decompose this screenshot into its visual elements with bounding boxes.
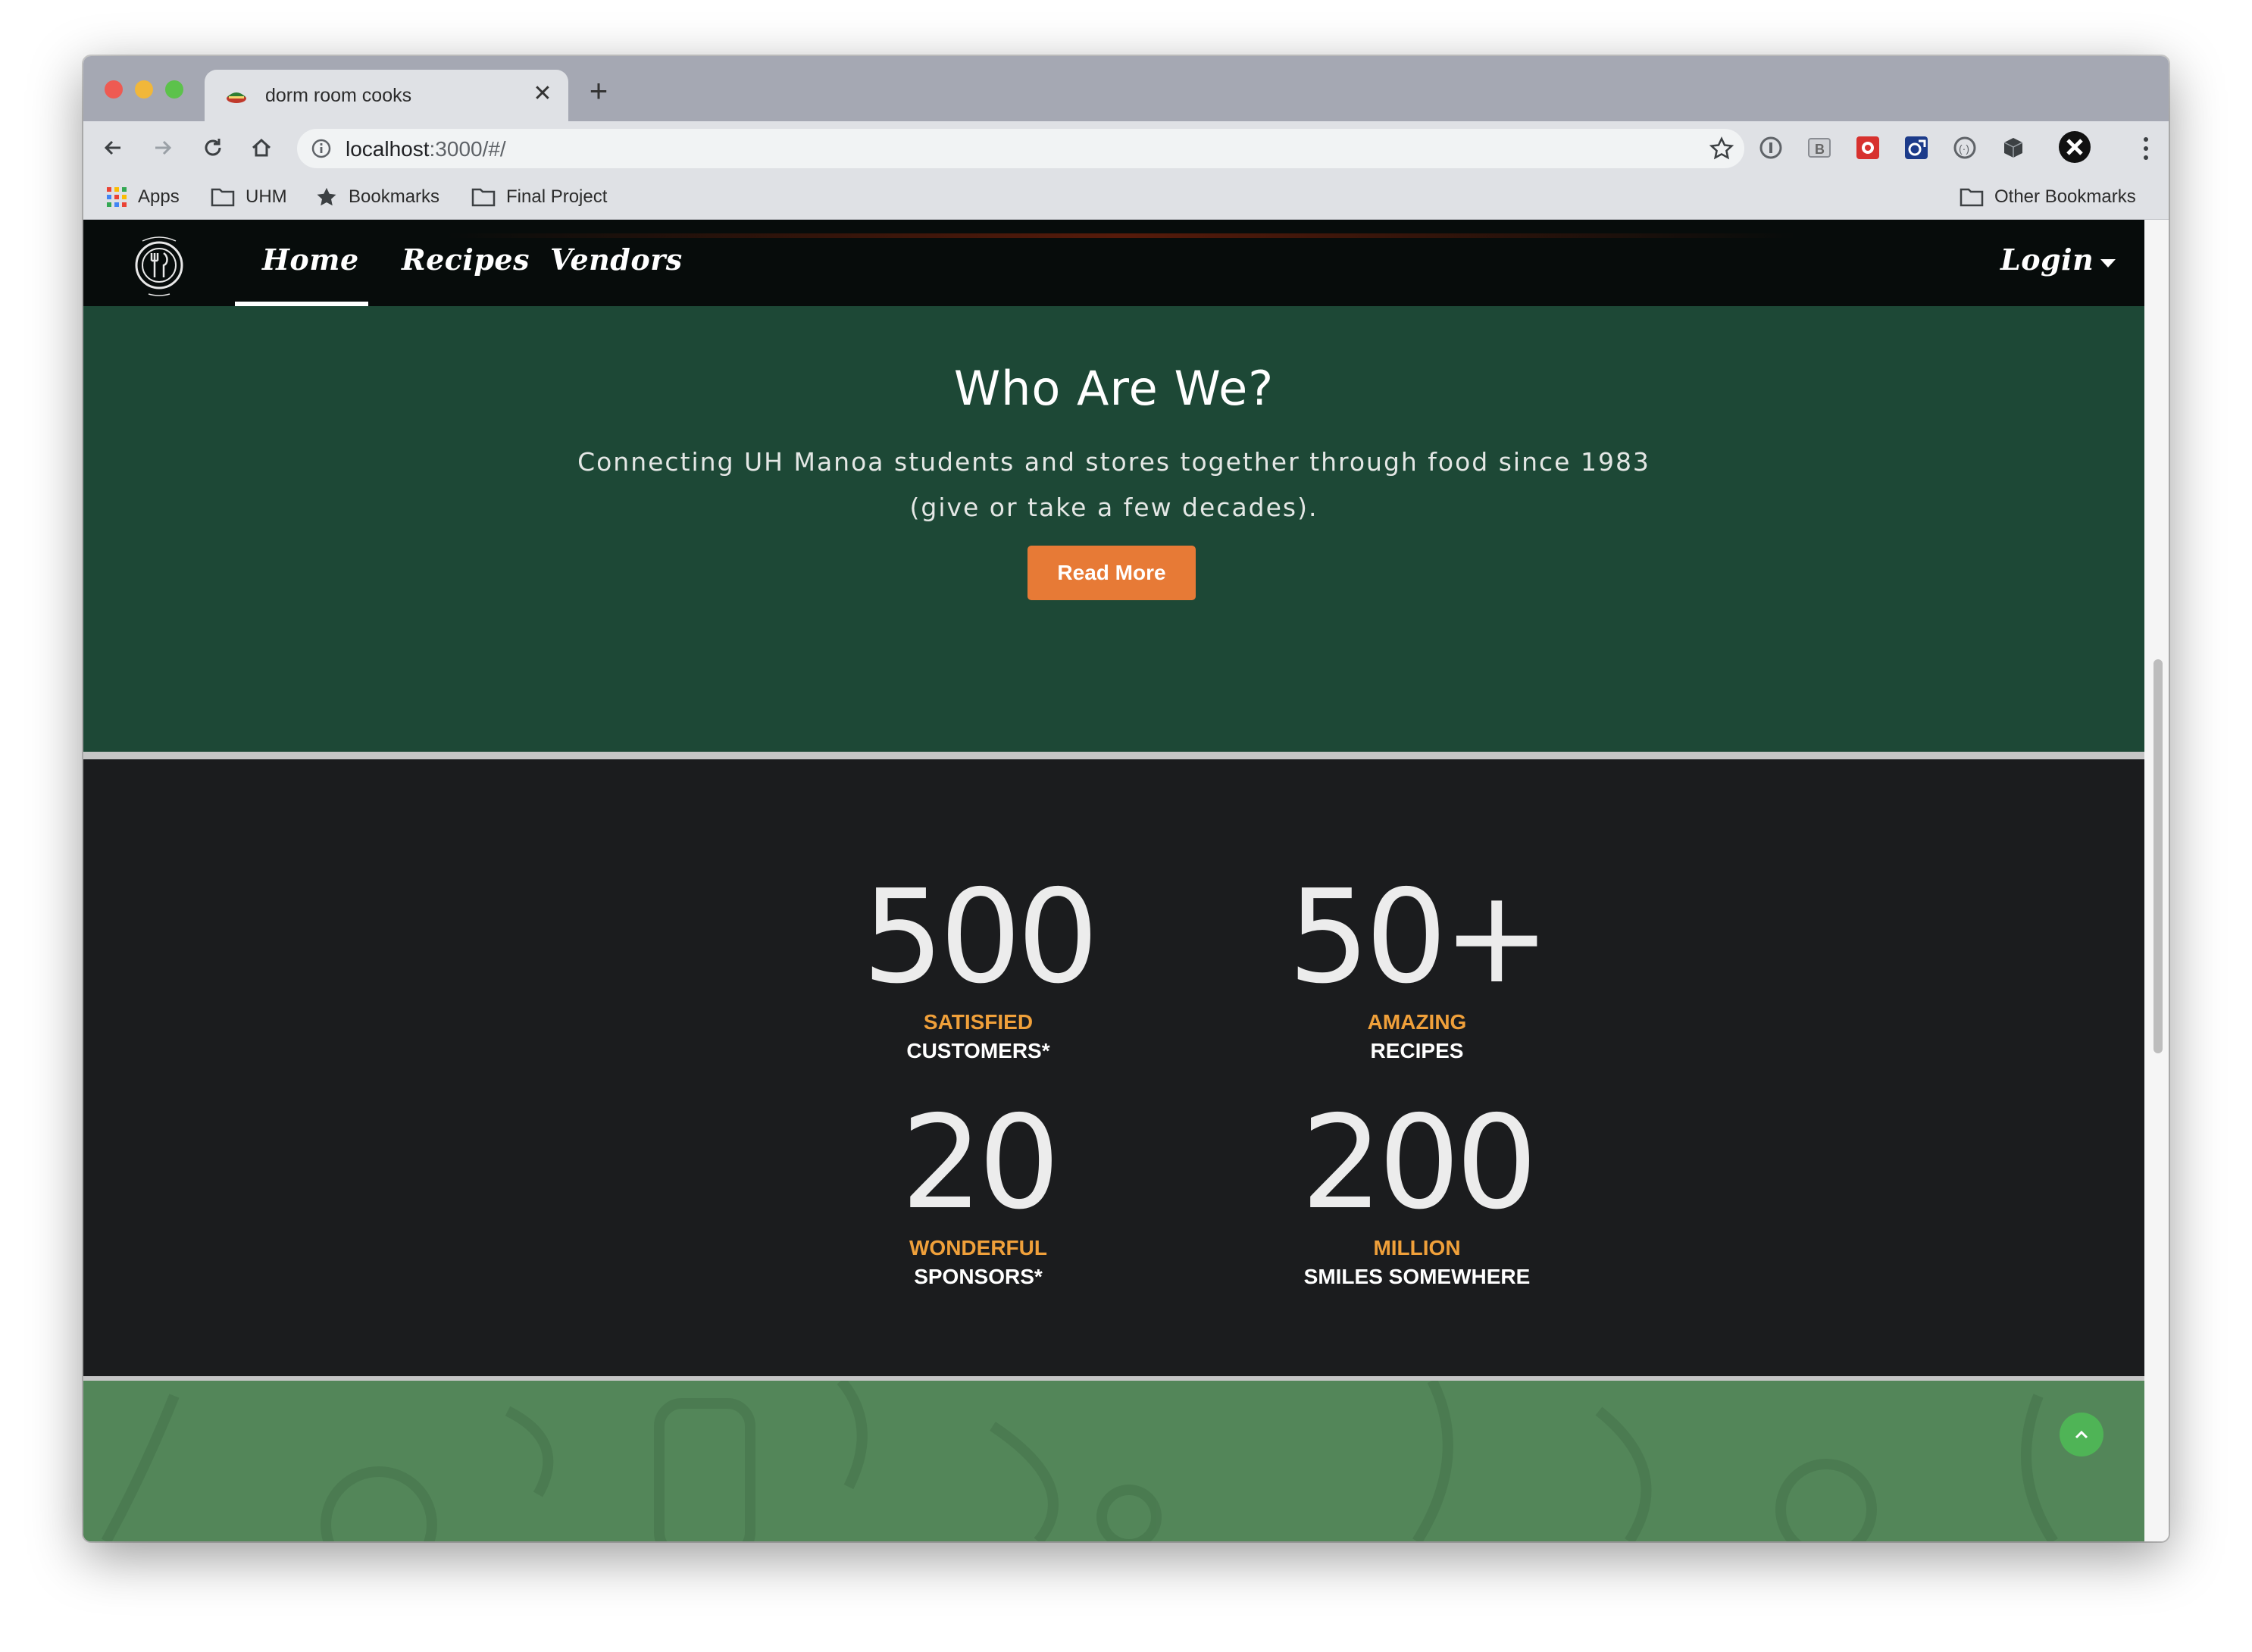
bookmark-label: Apps [138, 186, 180, 207]
about-hero-section: Who Are We? Connecting UH Manoa students… [83, 306, 2144, 752]
address-bar[interactable]: localhost:3000/#/ [297, 129, 1744, 168]
bookmark-label: Other Bookmarks [1994, 186, 2136, 207]
info-icon[interactable] [311, 138, 332, 159]
scrollbar-thumb[interactable] [2153, 659, 2163, 1053]
stat-customers: 500 SATISFIED CUSTOMERS* [796, 873, 1160, 1065]
bookmark-bookmarks[interactable]: Bookmarks [315, 185, 439, 209]
extension-blue-icon[interactable] [1903, 135, 1929, 161]
stat-label: CUSTOMERS* [906, 1039, 1050, 1062]
food-pattern-background [101, 1381, 2058, 1541]
nav-home-link[interactable]: Home [262, 242, 359, 277]
password-manager-icon[interactable] [1758, 135, 1784, 161]
hero-subtitle-line2: (give or take a few decades). [909, 493, 1318, 522]
hero-title: Who Are We? [953, 361, 1275, 416]
chevron-up-icon [2075, 1430, 2088, 1439]
url-host: localhost [346, 137, 430, 161]
read-more-button[interactable]: Read More [1027, 546, 1196, 600]
page-viewport: Home Recipes Vendors Login Who Are We? C… [83, 220, 2144, 1541]
stat-number: 200 [1300, 1088, 1537, 1238]
stat-label: SPONSORS* [914, 1265, 1043, 1288]
stat-label-accent: WONDERFUL [909, 1236, 1047, 1259]
svg-text:(·): (·) [1959, 142, 1969, 155]
maximize-window-button[interactable] [165, 80, 183, 99]
tab-dorm-room-cooks[interactable]: dorm room cooks ✕ [205, 70, 568, 121]
close-icon[interactable]: ✕ [529, 80, 556, 108]
stat-label-accent: SATISFIED [923, 1010, 1034, 1034]
hero-subtitle: Connecting UH Manoa students and stores … [83, 440, 2144, 530]
plus-icon[interactable]: + [583, 75, 614, 107]
nav-login-link[interactable]: Login [2000, 242, 2094, 277]
home-icon[interactable] [246, 132, 277, 164]
favicon-icon [227, 92, 246, 103]
bookmark-other[interactable]: Other Bookmarks [1960, 185, 2136, 209]
chevron-down-icon[interactable] [2100, 259, 2116, 268]
nav-recipes-link[interactable]: Recipes [402, 242, 530, 277]
stat-label-accent: MILLION [1373, 1236, 1461, 1259]
stat-label: RECIPES [1370, 1039, 1464, 1062]
stat-number: 20 [900, 1088, 1060, 1238]
bookmark-uhm[interactable]: UHM [211, 185, 287, 209]
site-logo-icon[interactable] [126, 230, 192, 297]
stats-section: 500 SATISFIED CUSTOMERS* 50+ AMAZING REC… [83, 759, 2144, 1381]
svg-text:B: B [1815, 142, 1825, 157]
scroll-to-top-button[interactable] [2060, 1413, 2103, 1456]
url-text[interactable]: localhost:3000/#/ [346, 137, 506, 161]
extension-x-icon[interactable] [2058, 130, 2091, 164]
footer-band [83, 1381, 2144, 1541]
apps-grid-icon [107, 187, 127, 207]
star-icon[interactable] [1709, 136, 1734, 161]
bookmark-apps[interactable]: Apps [106, 185, 180, 209]
bookmark-label: UHM [246, 186, 287, 207]
stat-sponsors: 20 WONDERFUL SPONSORS* [796, 1099, 1160, 1291]
bookmark-label: Bookmarks [349, 186, 440, 207]
site-navbar: Home Recipes Vendors Login [83, 220, 2144, 306]
browser-toolbar: localhost:3000/#/ B (·) [83, 121, 2169, 174]
reload-icon[interactable] [197, 132, 229, 164]
url-path: :3000/#/ [429, 137, 506, 161]
stat-number: 500 [862, 862, 1099, 1012]
tab-title: dorm room cooks [265, 85, 412, 106]
extension-red-icon[interactable] [1855, 135, 1881, 161]
tab-strip: dorm room cooks ✕ + [83, 56, 2169, 121]
bookmark-label: Final Project [506, 186, 608, 207]
hero-subtitle-line1: Connecting UH Manoa students and stores … [577, 447, 1650, 477]
star-icon [317, 187, 336, 206]
menu-dots-icon[interactable] [2141, 135, 2150, 162]
stat-smiles: 200 MILLION SMILES SOMEWHERE [1235, 1099, 1599, 1291]
stat-recipes: 50+ AMAZING RECIPES [1235, 873, 1599, 1065]
nav-vendors-link[interactable]: Vendors [550, 242, 683, 277]
page-scrollbar[interactable] [2144, 220, 2169, 1541]
bookmark-final-project[interactable]: Final Project [471, 185, 607, 209]
extension-cube-icon[interactable] [2000, 135, 2026, 161]
extension-b-icon[interactable]: B [1806, 135, 1832, 161]
navbar-accent-line [447, 233, 1796, 238]
browser-window: dorm room cooks ✕ + localhost:3000/#/ B … [83, 56, 2169, 1541]
minimize-window-button[interactable] [135, 80, 153, 99]
section-divider [83, 752, 2144, 759]
folder-icon [471, 188, 496, 207]
folder-icon [211, 188, 235, 207]
back-icon[interactable] [97, 132, 129, 164]
folder-icon [1960, 188, 1984, 207]
bookmarks-bar: Apps UHM Bookmarks Final Project Other B… [83, 174, 2169, 220]
extension-circle-icon[interactable]: (·) [1952, 135, 1978, 161]
close-window-button[interactable] [105, 80, 123, 99]
stat-number: 50+ [1287, 862, 1551, 1012]
forward-icon[interactable] [147, 132, 179, 164]
stat-label: SMILES SOMEWHERE [1303, 1265, 1531, 1288]
